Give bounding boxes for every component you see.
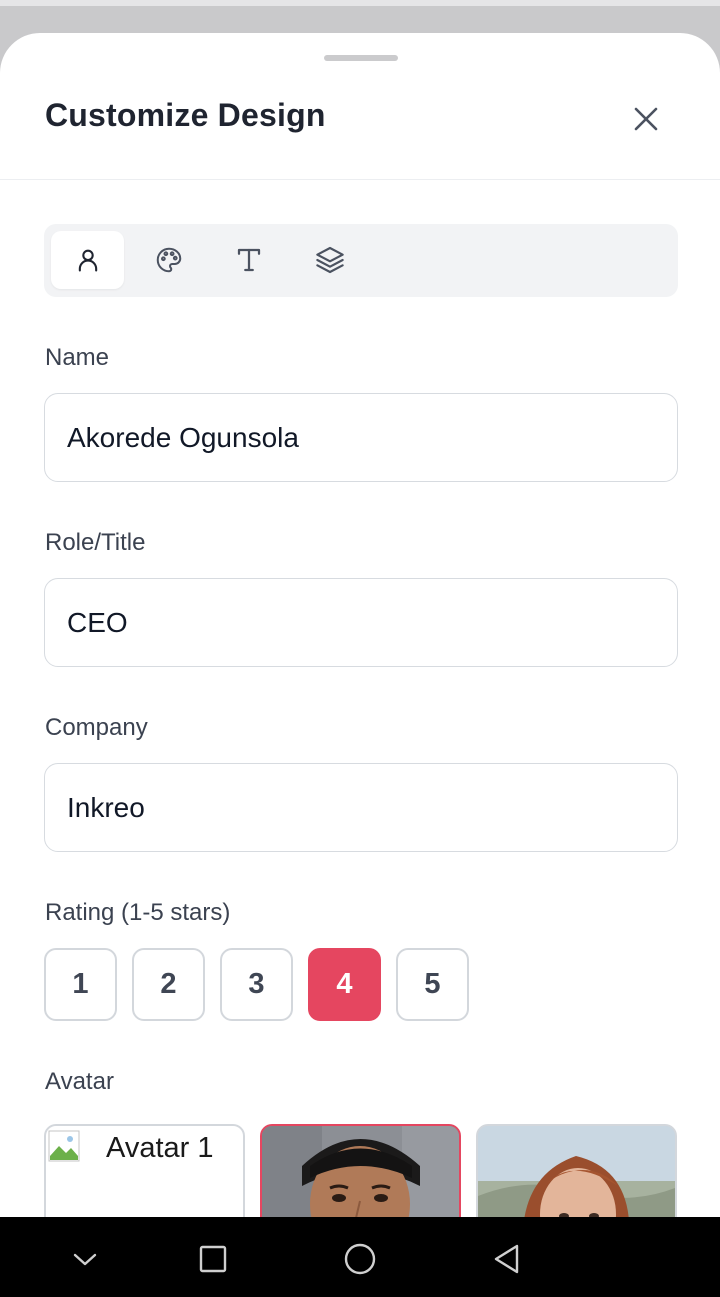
customize-design-sheet: Customize Design Name Akorede Ogunsola R…	[0, 33, 720, 1217]
tab-layers[interactable]	[293, 231, 366, 289]
company-input[interactable]	[44, 763, 678, 852]
tab-typography[interactable]	[212, 231, 285, 289]
close-button[interactable]	[626, 99, 666, 139]
role-label: Role/Title	[45, 529, 146, 556]
text-type-icon	[237, 248, 260, 272]
design-tabs	[44, 224, 678, 297]
system-navigation-bar	[0, 1217, 720, 1297]
header-divider	[0, 179, 720, 180]
rating-option-5[interactable]: 5	[396, 948, 469, 1021]
tab-profile[interactable]	[51, 231, 124, 289]
tab-colors[interactable]	[132, 231, 205, 289]
avatar-label: Avatar	[45, 1068, 114, 1095]
avatar-option-2[interactable]	[260, 1124, 461, 1217]
avatar-option-3[interactable]	[476, 1124, 677, 1217]
role-input[interactable]	[44, 578, 678, 667]
avatar-1-alt-text: Avatar 1	[106, 1132, 214, 1164]
recents-square-icon	[199, 1245, 227, 1273]
drag-handle[interactable]	[324, 55, 398, 61]
sheet-title: Customize Design	[45, 97, 326, 133]
nav-recents-button[interactable]	[191, 1237, 235, 1281]
user-icon	[78, 249, 97, 272]
close-icon	[634, 107, 658, 131]
nav-back-button[interactable]	[485, 1237, 529, 1281]
rating-label: Rating (1-5 stars)	[45, 899, 231, 926]
home-circle-icon	[344, 1243, 376, 1275]
nav-home-button[interactable]	[338, 1237, 382, 1281]
layers-icon	[315, 246, 344, 274]
avatar-woman-photo	[478, 1126, 675, 1217]
rating-option-4[interactable]: 4	[308, 948, 381, 1021]
avatar-option-1[interactable]: Avatar 1	[44, 1124, 245, 1217]
name-label: Name	[45, 344, 110, 371]
rating-option-1[interactable]: 1	[44, 948, 117, 1021]
rating-option-3[interactable]: 3	[220, 948, 293, 1021]
name-input[interactable]	[44, 393, 678, 482]
rating-option-2[interactable]: 2	[132, 948, 205, 1021]
back-triangle-icon	[494, 1244, 519, 1274]
palette-icon	[156, 247, 181, 273]
status-area	[0, 0, 720, 6]
chevron-down-icon	[73, 1253, 97, 1266]
broken-image-icon	[48, 1130, 80, 1162]
avatar-man-photo	[262, 1126, 459, 1217]
nav-hide-keyboard-button[interactable]	[63, 1237, 107, 1281]
company-label: Company	[45, 714, 148, 741]
